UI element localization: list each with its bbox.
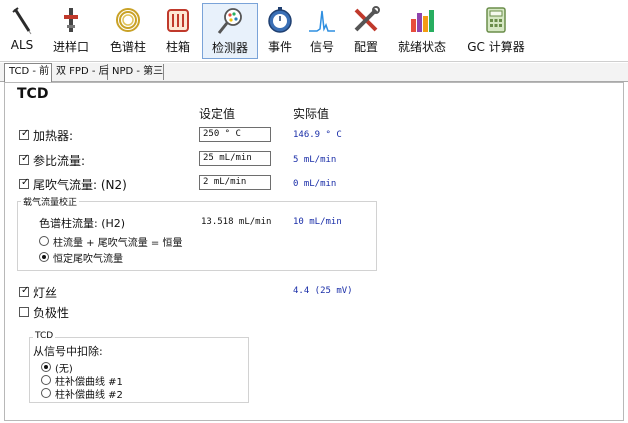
toolbar-signal-button[interactable]: 信号 bbox=[304, 3, 340, 59]
makeup-flow-setpoint-input[interactable]: 2 mL/min bbox=[199, 175, 271, 190]
toolbar-divider bbox=[0, 61, 628, 62]
ref-flow-label: 参比流量: bbox=[33, 154, 86, 168]
toolbar-label: GC 计算器 bbox=[467, 40, 525, 54]
toolbar-label: 信号 bbox=[309, 40, 334, 54]
constant-makeup-flow-label: 恒定尾吹气流量 bbox=[53, 254, 123, 265]
constant-total-flow-label: 柱流量 + 尾吹气流量 = 恒量 bbox=[53, 238, 183, 249]
oven-icon bbox=[167, 9, 189, 32]
column-flow-setpoint-value: 13.518 mL/min bbox=[201, 217, 272, 227]
tab-tcd-front[interactable]: TCD - 前 bbox=[4, 63, 52, 82]
subtract-from-signal-label: 从信号中扣除: bbox=[33, 345, 103, 358]
syringe-icon bbox=[12, 7, 32, 35]
actual-column-header: 实际值 bbox=[293, 107, 330, 121]
column-flow-label: 色谱柱流量: (H2) bbox=[39, 217, 126, 230]
subtract-none-radio[interactable] bbox=[41, 362, 51, 372]
signal-peak-icon bbox=[309, 10, 335, 32]
filament-actual-value: 4.4 (25 mV) bbox=[293, 286, 353, 296]
filament-label: 灯丝 bbox=[33, 286, 58, 300]
page-title: TCD bbox=[17, 86, 49, 102]
toolbar-inlet-button[interactable]: 进样口 bbox=[48, 3, 94, 59]
subtract-comp-curve-2-radio[interactable] bbox=[41, 388, 51, 398]
toolbar-events-button[interactable]: 事件 bbox=[262, 3, 298, 59]
toolbar-label: 进样口 bbox=[52, 40, 89, 54]
toolbar-oven-button[interactable]: 柱箱 bbox=[158, 3, 198, 59]
tab-npd-third[interactable]: NPD - 第三 bbox=[108, 64, 164, 80]
ref-flow-setpoint-input[interactable]: 25 mL/min bbox=[199, 151, 271, 166]
toolbar-gc-calculator-button[interactable]: GC 计算器 bbox=[460, 3, 532, 59]
setpoint-column-header: 设定值 bbox=[199, 107, 236, 121]
toolbar-label: 检测器 bbox=[211, 41, 248, 55]
toolbar-label: 就绪状态 bbox=[397, 40, 446, 54]
heater-setpoint-input[interactable]: 250 ° C bbox=[199, 127, 271, 142]
negative-polarity-checkbox[interactable] bbox=[19, 307, 29, 317]
makeup-flow-actual-value: 0 mL/min bbox=[293, 179, 337, 189]
heater-label: 加热器: bbox=[33, 129, 74, 143]
toolbar-label: ALS bbox=[10, 38, 34, 52]
detector-icon bbox=[217, 8, 242, 34]
subtract-comp-curve-1-radio[interactable] bbox=[41, 375, 51, 385]
negative-polarity-label: 负极性 bbox=[33, 306, 70, 320]
tab-fpd-back[interactable]: 双 FPD - 后 bbox=[52, 64, 109, 80]
main-toolbar: ALS 进样口 色谱柱 柱箱 检测器 事件 信号 配置 就绪状态 GC 计算器 bbox=[0, 0, 628, 62]
toolbar-label: 柱箱 bbox=[165, 40, 190, 54]
detector-tabs: TCD - 前 双 FPD - 后 NPD - 第三 bbox=[0, 63, 628, 82]
inlet-icon bbox=[64, 8, 78, 32]
ref-flow-checkbox[interactable]: ✓ bbox=[19, 154, 29, 165]
toolbar-ready-status-button[interactable]: 就绪状态 bbox=[394, 3, 450, 59]
toolbar-column-button[interactable]: 色谱柱 bbox=[104, 3, 152, 59]
toolbar-label: 配置 bbox=[353, 40, 378, 54]
calculator-icon bbox=[486, 7, 506, 33]
constant-total-flow-radio[interactable] bbox=[39, 236, 49, 246]
status-bars-icon bbox=[411, 10, 434, 32]
column-flow-actual-value: 10 mL/min bbox=[293, 217, 342, 227]
subtract-group-caption: TCD bbox=[33, 331, 56, 341]
subtract-comp-curve-2-label: 柱补偿曲线 #2 bbox=[55, 390, 123, 401]
makeup-flow-checkbox[interactable]: ✓ bbox=[19, 178, 29, 189]
heater-checkbox[interactable]: ✓ bbox=[19, 129, 29, 140]
toolbar-als-button[interactable]: ALS bbox=[2, 3, 42, 59]
toolbar-detector-button[interactable]: 检测器 bbox=[202, 3, 258, 59]
tools-icon bbox=[354, 6, 380, 32]
toolbar-label: 事件 bbox=[267, 40, 292, 54]
ref-flow-actual-value: 5 mL/min bbox=[293, 155, 337, 165]
tcd-settings-panel: TCD 设定值 实际值 ✓ 加热器: 250 ° C 146.9 ° C ✓ 参… bbox=[4, 82, 624, 421]
stopwatch-icon bbox=[268, 7, 292, 33]
toolbar-label: 色谱柱 bbox=[109, 40, 146, 54]
toolbar-config-button[interactable]: 配置 bbox=[346, 3, 386, 59]
constant-makeup-flow-radio[interactable] bbox=[39, 252, 49, 262]
makeup-flow-label: 尾吹气流量: (N2) bbox=[33, 178, 127, 192]
carrier-flow-correction-caption: 载气流量校正 bbox=[21, 195, 80, 208]
filament-checkbox[interactable]: ✓ bbox=[19, 286, 29, 297]
column-coil-icon bbox=[116, 8, 140, 32]
heater-actual-value: 146.9 ° C bbox=[293, 130, 342, 140]
